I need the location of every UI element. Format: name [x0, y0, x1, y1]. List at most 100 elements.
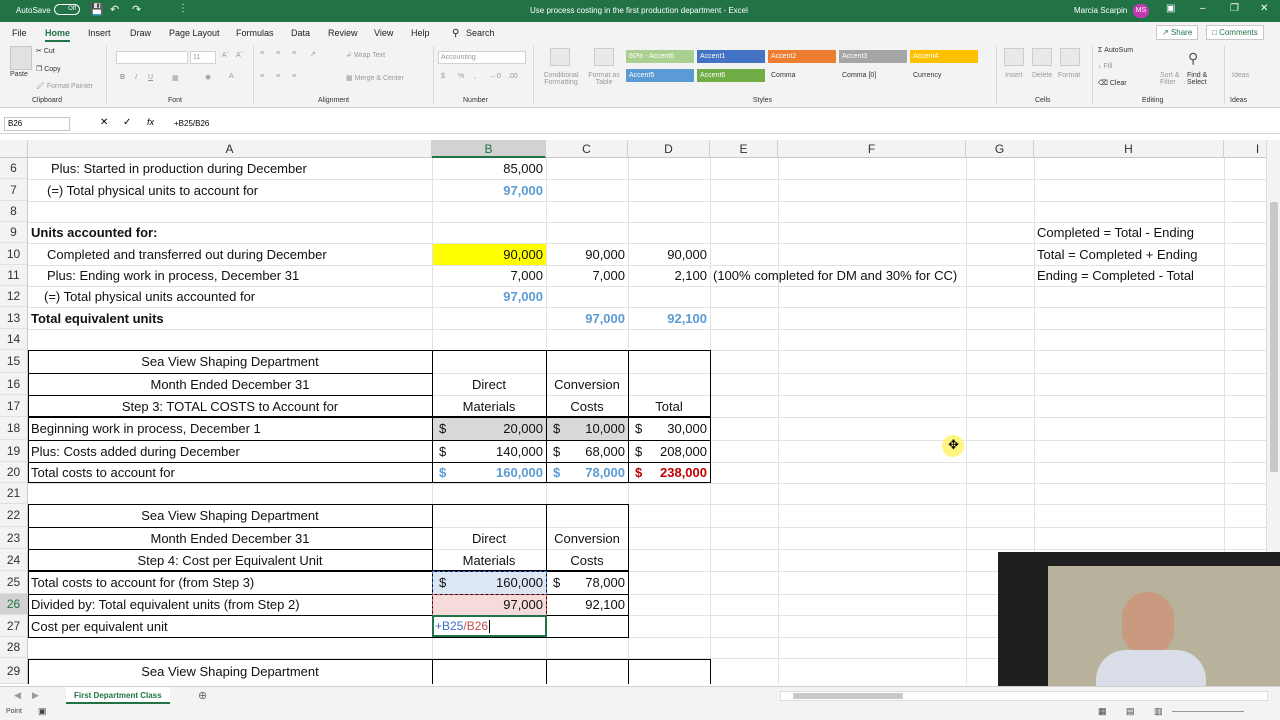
save-icon[interactable]: 💾: [90, 3, 104, 16]
format-cells-button[interactable]: Format: [1058, 72, 1080, 79]
row-header-20[interactable]: 20: [0, 462, 28, 483]
cell-b10[interactable]: 90,000: [432, 243, 546, 265]
shrink-font-icon[interactable]: Aˇ: [236, 52, 243, 59]
italic-button[interactable]: I: [135, 74, 137, 81]
cell-a19[interactable]: Plus: Costs added during December: [28, 440, 243, 462]
row-header-17[interactable]: 17: [0, 395, 28, 417]
style-accent4[interactable]: Accent4: [910, 50, 978, 63]
cell-b17[interactable]: Materials: [432, 395, 546, 417]
font-color-icon[interactable]: A: [229, 73, 234, 80]
find-icon[interactable]: ⚲: [1188, 50, 1198, 67]
cell-a12[interactable]: (=) Total physical units accounted for: [41, 286, 258, 307]
font-size-dropdown[interactable]: 11: [190, 51, 216, 64]
align-right-icon[interactable]: ≡: [292, 73, 296, 80]
underline-button[interactable]: U: [148, 74, 153, 81]
tab-data[interactable]: Data: [291, 28, 310, 38]
col-header-g[interactable]: G: [966, 140, 1034, 158]
cell-d18[interactable]: 30,000: [628, 417, 710, 440]
row-header-28[interactable]: 28: [0, 637, 28, 658]
cell-a27[interactable]: Cost per equivalent unit: [28, 615, 171, 637]
ideas-button[interactable]: Ideas: [1232, 72, 1249, 79]
cell-b26[interactable]: 97,000: [432, 594, 546, 615]
minimize-icon[interactable]: –: [1200, 3, 1206, 14]
cell-a25[interactable]: Total costs to account for (from Step 3): [28, 571, 257, 594]
row-header-19[interactable]: 19: [0, 440, 28, 462]
cell-c18[interactable]: 10,000: [546, 417, 628, 440]
cell-b16[interactable]: Direct: [432, 373, 546, 395]
delete-cells-icon[interactable]: [1032, 48, 1052, 66]
font-name-dropdown[interactable]: [116, 51, 188, 64]
cell-a24[interactable]: Step 4: Cost per Equivalent Unit: [28, 549, 432, 571]
sheet-tab-first-department-class[interactable]: First Department Class: [66, 687, 170, 704]
format-as-table-button[interactable]: Format as Table: [586, 72, 622, 86]
cell-c26[interactable]: 92,100: [546, 594, 628, 615]
copy-button[interactable]: ❐ Copy: [36, 65, 61, 73]
style-accent1[interactable]: Accent1: [697, 50, 765, 63]
style-60-accent6[interactable]: 60% - Accent6: [626, 50, 694, 63]
row-header-12[interactable]: 12: [0, 286, 28, 307]
tab-formulas[interactable]: Formulas: [236, 28, 274, 38]
cell-b24[interactable]: Materials: [432, 549, 546, 571]
orientation-icon[interactable]: ↗: [310, 50, 316, 58]
comma-style-icon[interactable]: ,: [474, 73, 476, 80]
format-as-table-icon[interactable]: [594, 48, 614, 66]
cell-a15[interactable]: Sea View Shaping Department: [28, 350, 432, 373]
cell-b23[interactable]: Direct: [432, 527, 546, 549]
col-header-b[interactable]: B: [432, 140, 546, 158]
fill-color-icon[interactable]: ◉: [205, 73, 211, 81]
tab-file[interactable]: File: [12, 28, 27, 38]
clear-button[interactable]: ⌫ Clear: [1098, 79, 1127, 87]
number-format-dropdown[interactable]: Accounting: [438, 51, 526, 64]
tab-draw[interactable]: Draw: [130, 28, 151, 38]
cell-b11[interactable]: 7,000: [432, 265, 546, 286]
align-top-icon[interactable]: ≡: [260, 50, 264, 57]
normal-view-icon[interactable]: ▦: [1098, 706, 1107, 717]
row-header-26[interactable]: 26: [0, 594, 28, 615]
cell-d13[interactable]: 92,100: [628, 307, 710, 329]
col-header-h[interactable]: H: [1034, 140, 1224, 158]
cell-a23[interactable]: Month Ended December 31: [28, 527, 432, 549]
cell-b20[interactable]: 160,000: [432, 462, 546, 483]
delete-cells-button[interactable]: Delete: [1032, 72, 1052, 79]
autosum-button[interactable]: Σ AutoSum: [1098, 47, 1133, 54]
cell-d19[interactable]: 208,000: [628, 440, 710, 462]
percent-icon[interactable]: %: [458, 73, 464, 80]
cell-a9[interactable]: Units accounted for:: [28, 222, 160, 243]
share-button[interactable]: ↗ Share: [1156, 25, 1199, 40]
col-header-d[interactable]: D: [628, 140, 710, 158]
row-header-16[interactable]: 16: [0, 373, 28, 395]
cell-a26[interactable]: Divided by: Total equivalent units (from…: [28, 594, 303, 615]
wrap-text-button[interactable]: ↲ Wrap Text: [346, 51, 385, 59]
add-sheet-icon[interactable]: ⊕: [198, 689, 207, 702]
row-header-8[interactable]: 8: [0, 201, 28, 222]
cell-c25[interactable]: 78,000: [546, 571, 628, 594]
tab-view[interactable]: View: [374, 28, 393, 38]
paste-button[interactable]: Paste: [10, 71, 28, 78]
page-layout-view-icon[interactable]: ▤: [1126, 706, 1135, 717]
format-cells-icon[interactable]: [1060, 48, 1080, 66]
row-header-25[interactable]: 25: [0, 571, 28, 594]
row-header-9[interactable]: 9: [0, 222, 28, 243]
ribbon-display-icon[interactable]: ▣: [1166, 3, 1175, 14]
row-header-18[interactable]: 18: [0, 417, 28, 440]
cell-e11[interactable]: (100% completed for DM and 30% for CC): [710, 265, 960, 286]
cell-a18[interactable]: Beginning work in process, December 1: [28, 417, 264, 440]
row-header-21[interactable]: 21: [0, 483, 28, 504]
row-header-6[interactable]: 6: [0, 158, 28, 179]
cell-a7[interactable]: (=) Total physical units to account for: [44, 179, 261, 201]
restore-icon[interactable]: ❐: [1230, 3, 1239, 14]
row-header-10[interactable]: 10: [0, 243, 28, 265]
search-icon[interactable]: ⚲: [452, 28, 459, 39]
col-header-f[interactable]: F: [778, 140, 966, 158]
insert-function-icon[interactable]: fx: [147, 117, 154, 127]
currency-format-icon[interactable]: $: [441, 73, 445, 80]
cell-a22[interactable]: Sea View Shaping Department: [28, 504, 432, 527]
cell-c16[interactable]: Conversion: [546, 373, 628, 395]
row-header-13[interactable]: 13: [0, 307, 28, 329]
col-header-e[interactable]: E: [710, 140, 778, 158]
tab-home[interactable]: Home: [45, 28, 71, 42]
align-left-icon[interactable]: ≡: [260, 73, 264, 80]
cell-a29[interactable]: Sea View Shaping Department: [28, 659, 432, 684]
row-header-22[interactable]: 22: [0, 504, 28, 527]
insert-cells-icon[interactable]: [1004, 48, 1024, 66]
